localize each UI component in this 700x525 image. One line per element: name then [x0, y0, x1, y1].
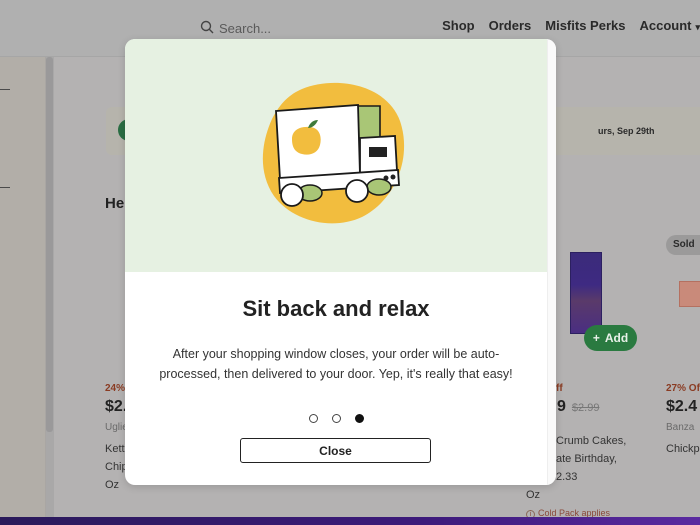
search-input[interactable]: Search...: [200, 20, 271, 37]
section-title: He: [105, 195, 125, 212]
page-scrollbar-thumb[interactable]: [46, 57, 53, 432]
product-name-line: Oz: [526, 489, 541, 501]
product-image[interactable]: [679, 281, 700, 307]
search-icon: [200, 20, 214, 37]
pagination-dot-1[interactable]: [308, 414, 318, 423]
pagination-dot-3-active[interactable]: [354, 414, 364, 423]
nav-account[interactable]: Account ▾: [639, 18, 700, 33]
main-nav: Shop Orders Misfits Perks Account ▾: [442, 18, 700, 33]
nav-account-label: Account: [639, 18, 692, 33]
product-name-line: Crumb Cakes,: [556, 435, 627, 447]
nav-orders[interactable]: Orders: [489, 18, 532, 33]
sidebar-divider: [0, 89, 10, 90]
old-price: $2.99: [571, 402, 600, 414]
brand-name: Banza: [666, 422, 695, 433]
sidebar-divider: [0, 187, 10, 188]
onboarding-modal: Sit back and relax After your shopping w…: [125, 39, 556, 485]
product-card[interactable]: 27% Of $2.4 Banza Chickp: [666, 383, 700, 458]
price: $2.4: [666, 398, 698, 415]
modal-title: Sit back and relax: [242, 296, 430, 321]
sold-out-badge: Sold: [666, 235, 700, 255]
price-value: 9: [557, 398, 566, 415]
discount-label: 27% Of: [666, 383, 700, 394]
pagination-dots: [125, 414, 547, 423]
pagination-dot-2[interactable]: [331, 414, 341, 423]
modal-body-text: After your shopping window closes, your …: [159, 347, 513, 381]
product-name: Chickp: [666, 443, 700, 455]
close-button[interactable]: Close: [240, 438, 431, 463]
product-image[interactable]: [570, 252, 602, 334]
chevron-down-icon: ▾: [695, 22, 700, 32]
bottom-bar: [0, 517, 700, 525]
nav-misfits-perks[interactable]: Misfits Perks: [545, 18, 625, 33]
product-name-line: ate Birthday, 2.33: [556, 453, 617, 483]
add-to-cart-button[interactable]: + Add: [584, 325, 637, 351]
plus-icon: +: [592, 331, 600, 345]
delivery-date-text: urs, Sep 29th: [598, 126, 655, 136]
search-placeholder: Search...: [219, 21, 272, 36]
nav-shop[interactable]: Shop: [442, 18, 475, 33]
delivery-truck-illustration-icon: [262, 82, 405, 224]
modal-hero: [125, 39, 547, 272]
sidebar: [0, 57, 46, 517]
modal-scrollbar[interactable]: [547, 39, 556, 485]
add-label: Add: [604, 331, 629, 345]
